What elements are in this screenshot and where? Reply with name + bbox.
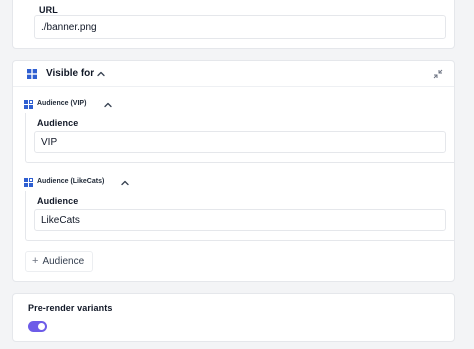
group-label-likecats: Audience (LikeCats)	[37, 178, 105, 185]
audience-field-label: Audience	[37, 118, 79, 128]
url-input[interactable]	[34, 15, 446, 39]
visible-for-panel: Visible for Audience (VIP) Audience VIP …	[12, 60, 455, 282]
url-panel: URL	[12, 0, 455, 49]
chevron-up-icon[interactable]	[120, 178, 130, 188]
add-audience-label: Audience	[42, 256, 85, 267]
prerender-panel: Pre-render variants	[12, 293, 455, 342]
url-label: URL	[39, 5, 58, 15]
audience-input-vip[interactable]	[34, 131, 446, 153]
audience-input-likecats[interactable]	[34, 209, 446, 231]
audience-field-label: Audience	[37, 196, 79, 206]
toggle-knob	[38, 323, 45, 330]
prerender-label: Pre-render variants	[28, 303, 113, 313]
add-audience-button[interactable]: + Audience	[25, 251, 94, 272]
prerender-toggle[interactable]	[28, 321, 47, 332]
visible-for-header: Visible for	[13, 61, 454, 87]
audience-group-icon	[24, 100, 33, 109]
chevron-up-icon[interactable]	[103, 100, 113, 110]
chevron-up-icon[interactable]	[96, 69, 106, 79]
visible-for-title: Visible for	[46, 68, 95, 79]
group-box-likecats: Audience	[25, 191, 455, 241]
group-label-vip: Audience (VIP)	[37, 100, 87, 107]
grid-icon	[27, 69, 37, 79]
group-box-vip: Audience	[25, 113, 455, 163]
collapse-icon[interactable]	[433, 69, 443, 79]
plus-icon: +	[32, 255, 39, 267]
audience-group-icon	[24, 178, 33, 187]
